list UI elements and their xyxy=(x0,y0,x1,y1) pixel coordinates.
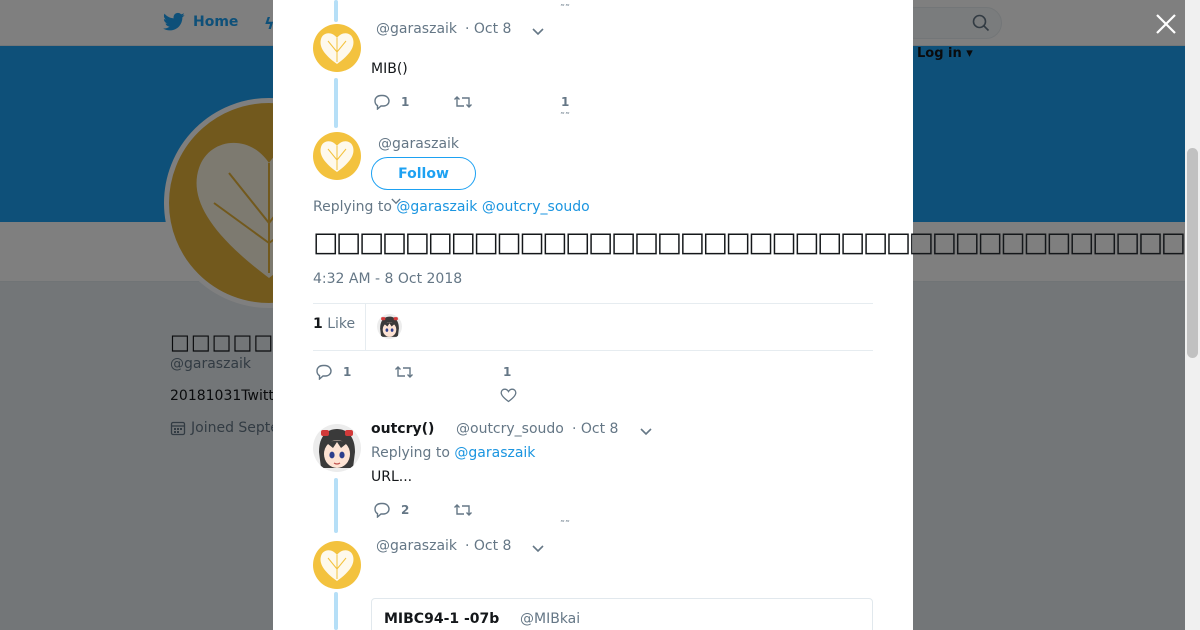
tweet-handle[interactable]: @garaszaik xyxy=(376,538,457,554)
quoted-tweet-handle: @MIBkai xyxy=(520,611,581,627)
likes-number: 1 xyxy=(313,316,323,332)
heart-logo-icon xyxy=(320,33,354,64)
replying-to-label: Replying to xyxy=(371,445,450,461)
close-icon[interactable] xyxy=(1154,12,1178,36)
follow-button-label: Follow xyxy=(398,165,449,182)
avatar[interactable] xyxy=(313,424,361,472)
thread-line xyxy=(334,78,338,128)
thread-line xyxy=(334,0,338,22)
tweet-handle[interactable]: @garaszaik xyxy=(376,21,457,37)
chevron-down-icon[interactable] xyxy=(640,428,652,436)
replying-to-label: Replying to xyxy=(313,199,392,215)
like-count: 1 xyxy=(503,365,512,379)
replying-to: Replying to @garaszaik xyxy=(371,445,535,461)
tweet-date[interactable]: · Oct 8 xyxy=(465,538,511,554)
thread-line xyxy=(334,478,338,533)
mention-link[interactable]: @garaszaik xyxy=(396,199,477,215)
reply-icon[interactable] xyxy=(373,94,391,110)
heart-logo-icon xyxy=(320,550,354,581)
tweet-modal: ˜˜ @garaszaik · Oct 8 MIB() 1 1 ˜˜ @gara… xyxy=(273,0,1185,630)
tweet-timestamp[interactable]: 4:32 AM - 8 Oct 2018 xyxy=(313,271,462,287)
truncated-counter: ˜˜ xyxy=(560,4,570,15)
tweet-text: URL... xyxy=(371,469,413,485)
tweet-handle[interactable]: @garaszaik xyxy=(378,136,459,152)
avatar[interactable] xyxy=(313,132,361,180)
retweet-icon[interactable] xyxy=(394,364,414,380)
reply-count: 1 xyxy=(343,365,352,379)
follow-button[interactable]: Follow xyxy=(371,157,476,190)
heart-logo-icon xyxy=(320,141,354,172)
tweet-date[interactable]: · Oct 8 xyxy=(572,421,618,437)
mention-link[interactable]: @garaszaik xyxy=(454,445,535,461)
likes-stat[interactable]: 1 Like xyxy=(313,316,355,332)
quoted-tweet-name: MIBC94-1 -07b xyxy=(384,611,500,627)
avatar[interactable] xyxy=(313,541,361,589)
quoted-tweet[interactable]: MIBC94-1 -07b @MIBkai xyxy=(371,598,873,630)
reply-icon[interactable] xyxy=(373,502,391,518)
truncated-counter: ˜˜ xyxy=(560,520,570,531)
tweet-date[interactable]: · Oct 8 xyxy=(465,21,511,37)
scrollbar-thumb[interactable] xyxy=(1187,148,1198,358)
anime-avatar-icon xyxy=(319,429,355,468)
divider xyxy=(313,350,873,351)
avatar[interactable] xyxy=(313,24,361,72)
reply-count: 1 xyxy=(401,95,410,109)
divider xyxy=(365,304,366,350)
tweet-text: MIB() xyxy=(371,61,408,77)
tweet-author-name[interactable]: outcry() xyxy=(371,421,434,437)
thread-line xyxy=(334,592,338,630)
anime-avatar-icon xyxy=(380,316,399,337)
reply-count: 2 xyxy=(401,503,410,517)
liker-avatar[interactable] xyxy=(377,314,402,339)
heart-icon[interactable] xyxy=(500,388,517,403)
retweet-icon[interactable] xyxy=(453,502,473,518)
mention-link[interactable]: @outcry_soudo xyxy=(482,199,590,215)
likes-label: Like xyxy=(327,316,356,332)
chevron-down-icon[interactable] xyxy=(532,28,544,36)
like-count: 1 xyxy=(561,95,570,109)
focus-tweet-text: □□□□□□□□□□□□□□□□□□□□□□□□□□□□□□□□□□□□□□□□… xyxy=(313,227,1185,258)
divider xyxy=(313,303,873,304)
replying-to: Replying to @garaszaik @outcry_soudo xyxy=(313,199,590,215)
reply-icon[interactable] xyxy=(315,364,333,380)
truncated-counter: ˜˜ xyxy=(560,112,570,123)
tweet-handle[interactable]: @outcry_soudo xyxy=(456,421,564,437)
chevron-down-icon[interactable] xyxy=(532,545,544,553)
retweet-icon[interactable] xyxy=(453,94,473,110)
